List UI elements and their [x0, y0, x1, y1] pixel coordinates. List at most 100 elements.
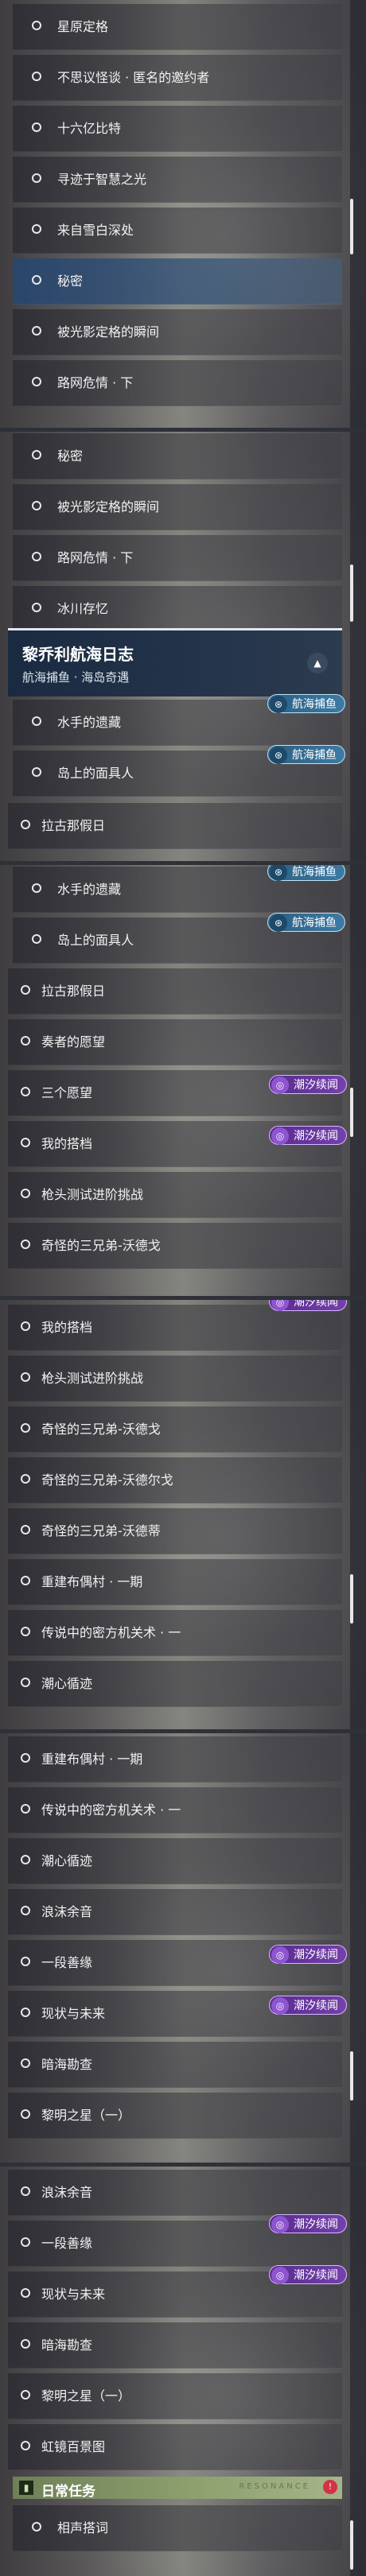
- quest-item[interactable]: 拉古那假日: [8, 968, 342, 1014]
- fishing-tag: ⊛ 航海捕鱼: [267, 745, 345, 764]
- quest-group-title: 黎乔利航海日志: [22, 645, 134, 664]
- quest-item[interactable]: 来自雪白深处: [13, 208, 342, 254]
- swirl-icon: ◎: [271, 2216, 289, 2233]
- quest-item[interactable]: 虹镜百景图: [8, 2424, 342, 2470]
- status-circle-icon: [32, 883, 41, 893]
- scrollbar-thumb[interactable]: [350, 564, 353, 622]
- status-circle-icon: [32, 173, 41, 183]
- quest-item[interactable]: 暗海勘查: [8, 2322, 342, 2368]
- quest-label: 暗海勘查: [41, 2057, 93, 2072]
- quest-item[interactable]: 暗海勘查: [8, 2042, 342, 2088]
- quest-item[interactable]: 枪头测试进阶挑战: [8, 1356, 342, 1402]
- quest-label: 拉古那假日: [41, 983, 106, 999]
- quest-item[interactable]: 路网危情 · 下: [13, 360, 342, 406]
- quest-label: 冰川存忆: [57, 601, 109, 616]
- quest-item[interactable]: 奇怪的三兄弟-沃德戈: [8, 1223, 342, 1269]
- status-circle-icon: [21, 2288, 30, 2298]
- quest-item[interactable]: 传说中的密方机关术 · 一: [8, 1787, 342, 1833]
- tide-tag-label: 潮汐续闻: [294, 1300, 338, 1309]
- quest-item[interactable]: 奇怪的三兄弟-沃德蒂: [8, 1508, 342, 1554]
- quest-item[interactable]: 被光影定格的瞬间: [13, 484, 342, 530]
- quest-item[interactable]: 星原定格: [13, 4, 342, 50]
- swirl-icon: ◎: [271, 2267, 289, 2284]
- quest-item[interactable]: 奇怪的三兄弟-沃德戈: [8, 1406, 342, 1453]
- quest-item[interactable]: 被光影定格的瞬间: [13, 309, 342, 355]
- status-circle-icon: [21, 1138, 30, 1147]
- quest-item[interactable]: 冰川存忆: [13, 586, 342, 632]
- status-circle-icon: [32, 2522, 41, 2531]
- tide-tag-label: 潮汐续闻: [294, 1949, 338, 1961]
- scrollbar-thumb[interactable]: [350, 2520, 353, 2570]
- quest-item[interactable]: 潮心循迹: [8, 1661, 342, 1707]
- quest-label: 奏者的愿望: [41, 1034, 106, 1049]
- quest-item-selected[interactable]: 秘密: [13, 258, 342, 305]
- status-circle-icon: [32, 21, 41, 30]
- scrollbar-thumb[interactable]: [350, 2051, 353, 2101]
- quest-label: 黎明之星（一）: [41, 2388, 131, 2403]
- scrollbar-thumb[interactable]: [350, 199, 353, 254]
- quest-item[interactable]: 我的搭档: [8, 1305, 342, 1351]
- quest-item[interactable]: 枪头测试进阶挑战: [8, 1172, 342, 1218]
- tide-tag-label: 潮汐续闻: [294, 1130, 338, 1143]
- quest-item[interactable]: 传说中的密方机关术 · 一: [8, 1610, 342, 1656]
- quest-item[interactable]: 浪沫余音: [8, 1889, 342, 1935]
- quest-label: 岛上的面具人: [57, 766, 134, 781]
- quest-label: 现状与未来: [41, 2006, 106, 2021]
- quest-group-header[interactable]: 黎乔利航海日志 航海捕鱼 · 海岛奇遇 ▲: [8, 628, 342, 696]
- daily-quests-header[interactable]: ▮ 日常任务 RESONANCE !: [13, 2477, 342, 2500]
- status-circle-icon: [21, 1372, 30, 1382]
- status-circle-icon: [21, 985, 30, 995]
- quest-label: 奇怪的三兄弟-沃德戈: [41, 1422, 161, 1437]
- quest-item[interactable]: 秘密: [13, 433, 342, 479]
- quest-item[interactable]: 黎明之星（一）: [8, 2093, 342, 2139]
- fishing-tag: ⊛ 航海捕鱼: [267, 865, 345, 881]
- quest-item[interactable]: 黎明之星（一）: [8, 2373, 342, 2419]
- quest-item[interactable]: 重建布偶村 · 一期: [8, 1736, 342, 1783]
- swirl-icon: ◎: [271, 1946, 289, 1964]
- fish-icon: ⊛: [270, 696, 287, 713]
- quest-label: 黎明之星（一）: [41, 2108, 131, 2123]
- fishing-tag-label: 航海捕鱼: [292, 749, 337, 762]
- quest-item[interactable]: 寻迹于智慧之光: [13, 157, 342, 203]
- status-circle-icon: [21, 1804, 30, 1814]
- quest-item[interactable]: 奇怪的三兄弟-沃德尔戈: [8, 1457, 342, 1503]
- quest-label: 路网危情 · 下: [57, 375, 134, 390]
- status-circle-icon: [21, 1957, 30, 1966]
- quest-item[interactable]: 相声搭词: [13, 2505, 342, 2551]
- quest-label: 被光影定格的瞬间: [57, 324, 160, 339]
- quest-item[interactable]: 奏者的愿望: [8, 1019, 342, 1065]
- quest-item[interactable]: 拉古那假日: [8, 803, 342, 849]
- quest-label: 路网危情 · 下: [57, 550, 134, 565]
- book-icon: ▮: [19, 2481, 33, 2495]
- quest-label: 寻迹于智慧之光: [57, 172, 147, 187]
- quest-label: 不思议怪谈 · 匿名的邀约者: [57, 70, 210, 85]
- quest-label: 奇怪的三兄弟-沃德蒂: [41, 1523, 161, 1538]
- quest-panel-6: 浪沫余音 一段善缘 现状与未来 暗海勘查 黎明之星（一） 虹镜百景图 ▮ 日常任…: [0, 2167, 366, 2576]
- quest-item[interactable]: 路网危情 · 下: [13, 535, 342, 581]
- quest-label: 枪头测试进阶挑战: [41, 1187, 144, 1202]
- quest-item[interactable]: 浪沫余音: [8, 2170, 342, 2216]
- quest-item[interactable]: 不思议怪谈 · 匿名的邀约者: [13, 55, 342, 101]
- quest-label: 十六亿比特: [57, 121, 122, 136]
- quest-item[interactable]: 重建布偶村 · 一期: [8, 1559, 342, 1605]
- status-circle-icon: [21, 1525, 30, 1534]
- fish-icon: ⊛: [270, 747, 287, 764]
- quest-label: 奇怪的三兄弟-沃德戈: [41, 1238, 161, 1253]
- quest-label: 我的搭档: [41, 1136, 93, 1151]
- fishing-tag-label: 航海捕鱼: [292, 698, 337, 711]
- fish-icon: ⊛: [270, 865, 287, 881]
- quest-label: 重建布偶村 · 一期: [41, 1752, 143, 1767]
- quest-label: 一段善缘: [41, 1955, 93, 1970]
- scrollbar-thumb[interactable]: [350, 1088, 353, 1137]
- daily-quests-title: 日常任务: [41, 2484, 95, 2500]
- chevron-up-icon[interactable]: ▲: [307, 653, 328, 673]
- status-circle-icon: [32, 122, 41, 132]
- quest-label: 潮心循迹: [41, 1676, 93, 1691]
- status-circle-icon: [21, 1576, 30, 1585]
- quest-item[interactable]: 十六亿比特: [13, 106, 342, 152]
- quest-item[interactable]: 潮心循迹: [8, 1838, 342, 1884]
- quest-label: 浪沫余音: [41, 1904, 93, 1919]
- status-circle-icon: [21, 1474, 30, 1484]
- scrollbar-thumb[interactable]: [350, 1574, 353, 1624]
- swirl-icon: ◎: [271, 1127, 289, 1145]
